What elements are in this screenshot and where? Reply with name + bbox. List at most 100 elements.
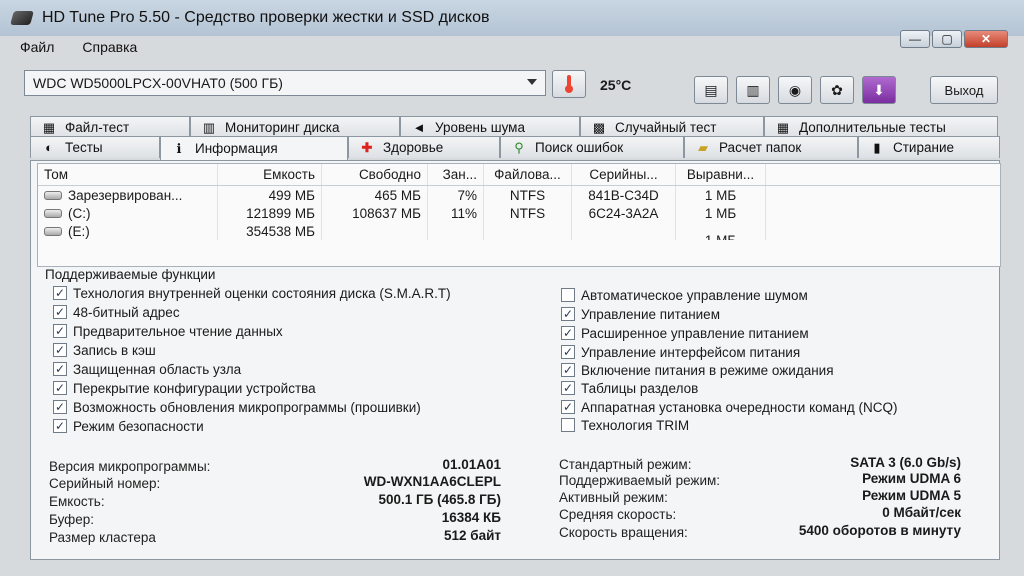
tab-extra-tests[interactable]: ▦ Дополнительные тесты (764, 116, 998, 138)
table-row[interactable]: (C:) 121899 МБ 108637 МБ 11% NTFS 6C24-3… (38, 204, 1000, 222)
checkbox[interactable]: ✓ (53, 286, 67, 300)
feature-power-management[interactable]: ✓ Управление питанием (561, 305, 720, 323)
column-alignment[interactable]: Выравни... (676, 164, 766, 185)
checkbox[interactable]: ✓ (53, 381, 67, 395)
feature-label: Режим безопасности (73, 418, 204, 434)
volume-filesystem: NTFS (484, 204, 572, 222)
checkbox[interactable]: ✓ (53, 400, 67, 414)
tab-health[interactable]: ✚ Здоровье (348, 136, 500, 158)
checkbox[interactable]: ✓ (561, 345, 575, 359)
file-test-icon: ▦ (42, 119, 56, 135)
tab-error-scan[interactable]: ⚲ Поиск ошибок (500, 136, 684, 158)
volume-name: Зарезервирован... (68, 187, 183, 203)
tab-noise-level[interactable]: ◄ Уровень шума (400, 116, 580, 138)
options-button[interactable]: ✿ (820, 76, 854, 104)
cluster-size-value: 512 байт (443, 528, 501, 543)
supported-mode-label: Поддерживаемый режим: (559, 473, 721, 488)
tab-random-test[interactable]: ▩ Случайный тест (580, 116, 764, 138)
feature-label: Технология TRIM (581, 417, 690, 433)
download-icon: ⬇ (873, 81, 885, 98)
buffer-label: Буфер: (49, 512, 95, 527)
column-volume[interactable]: Том (38, 164, 218, 185)
tab-folder-usage[interactable]: ▰ Расчет папок (684, 136, 858, 158)
tab-information[interactable]: ℹ Информация (160, 136, 348, 160)
table-row[interactable]: (E:) 354538 МБ 1 МБ (38, 222, 1000, 240)
tab-erase[interactable]: ▮ Стирание (858, 136, 1000, 158)
checkbox[interactable]: ✓ (561, 363, 575, 377)
feature-aam[interactable]: Автоматическое управление шумом (561, 286, 808, 304)
feature-partition-tables[interactable]: ✓ Таблицы разделов (561, 379, 698, 397)
feature-dco[interactable]: ✓ Перекрытие конфигурации устройства (53, 379, 316, 397)
checkbox[interactable]: ✓ (53, 343, 67, 357)
checkbox[interactable]: ✓ (53, 362, 67, 376)
feature-puis[interactable]: ✓ Включение питания в режиме ожидания (561, 361, 834, 379)
feature-interface-power[interactable]: ✓ Управление интерфейсом питания (561, 343, 800, 361)
column-capacity[interactable]: Емкость (218, 164, 322, 185)
feature-label: Управление питанием (581, 306, 720, 322)
health-icon: ✚ (361, 139, 373, 155)
feature-firmware-update[interactable]: ✓ Возможность обновления микропрограммы (… (53, 398, 421, 416)
feature-security[interactable]: ✓ Режим безопасности (53, 417, 204, 435)
checkbox[interactable] (561, 418, 575, 432)
menu-file[interactable]: Файл (20, 39, 54, 55)
feature-ncq[interactable]: ✓ Аппаратная установка очередности команд… (561, 398, 898, 416)
information-panel: Том Емкость Свободно Зан... Файлова... С… (30, 160, 1001, 560)
temperature-button[interactable] (552, 70, 586, 98)
feature-apm[interactable]: ✓ Расширенное управление питанием (561, 324, 809, 342)
checkbox[interactable]: ✓ (53, 419, 67, 433)
app-icon (10, 11, 34, 25)
capacity-value: 500.1 ГБ (465.8 ГБ) (378, 492, 501, 507)
volume-free: 465 МБ (322, 186, 428, 204)
rotation-speed-label: Скорость вращения: (559, 525, 688, 540)
feature-smart[interactable]: ✓ Технология внутренней оценки состояния … (53, 284, 451, 302)
screenshot-button[interactable]: ◉ (778, 76, 812, 104)
search-icon: ⚲ (514, 139, 524, 155)
save-button[interactable]: ⬇ (862, 76, 896, 104)
active-mode-label: Активный режим: (559, 490, 668, 505)
volume-filesystem (484, 222, 572, 240)
feature-write-cache[interactable]: ✓ Запись в кэш (53, 341, 156, 359)
volume-name: (C:) (68, 205, 91, 221)
feature-label: Перекрытие конфигурации устройства (73, 380, 316, 396)
tab-file-test[interactable]: ▦ Файл-тест (30, 116, 190, 138)
average-speed-label: Средняя скорость: (559, 507, 677, 522)
checkbox[interactable]: ✓ (561, 400, 575, 414)
column-filesystem[interactable]: Файлова... (484, 164, 572, 185)
exit-button[interactable]: Выход (930, 76, 998, 104)
checkbox[interactable]: ✓ (561, 307, 575, 321)
tab-label: Стирание (893, 140, 954, 155)
checkbox[interactable]: ✓ (53, 305, 67, 319)
menu-help[interactable]: Справка (82, 39, 137, 55)
column-serial[interactable]: Серийны... (572, 164, 676, 185)
checkbox[interactable]: ✓ (561, 381, 575, 395)
drive-select[interactable]: WDC WD5000LPCX-00VHAT0 (500 ГБ) (24, 70, 546, 96)
toolbar: WDC WD5000LPCX-00VHAT0 (500 ГБ) 25°C ▤ ▥… (0, 60, 1024, 112)
volume-capacity: 354538 МБ (218, 222, 322, 240)
copy-all-icon: ▥ (746, 81, 760, 98)
column-free[interactable]: Свободно (322, 164, 428, 185)
column-used[interactable]: Зан... (428, 164, 484, 185)
tab-disk-monitor[interactable]: ▥ Мониторинг диска (190, 116, 400, 138)
feature-hpa[interactable]: ✓ Защищенная область узла (53, 360, 241, 378)
disk-icon (44, 190, 62, 200)
table-row[interactable]: Зарезервирован... 499 МБ 465 МБ 7% NTFS … (38, 186, 1000, 204)
checkbox[interactable] (561, 288, 575, 302)
feature-label: Включение питания в режиме ожидания (581, 362, 834, 378)
copy-text-button[interactable]: ▤ (694, 76, 728, 104)
tab-tests[interactable]: ◐ Тесты (30, 136, 160, 158)
tab-label: Здоровье (383, 140, 444, 155)
volume-capacity: 121899 МБ (218, 204, 322, 222)
checkbox[interactable]: ✓ (53, 324, 67, 338)
feature-label: Технология внутренней оценки состояния д… (73, 285, 451, 301)
tab-label: Расчет папок (719, 140, 802, 155)
feature-label: 48-битный адрес (73, 304, 180, 320)
copy-all-button[interactable]: ▥ (736, 76, 770, 104)
features-title: Поддерживаемые функции (45, 267, 216, 282)
volume-serial: 6C24-3A2A (572, 204, 676, 222)
feature-read-lookahead[interactable]: ✓ Предварительное чтение данных (53, 322, 283, 340)
checkbox[interactable]: ✓ (561, 326, 575, 340)
disk-icon (44, 226, 62, 236)
feature-label: Таблицы разделов (581, 380, 699, 396)
feature-trim[interactable]: Технология TRIM (561, 416, 689, 434)
feature-48bit[interactable]: ✓ 48-битный адрес (53, 303, 180, 321)
